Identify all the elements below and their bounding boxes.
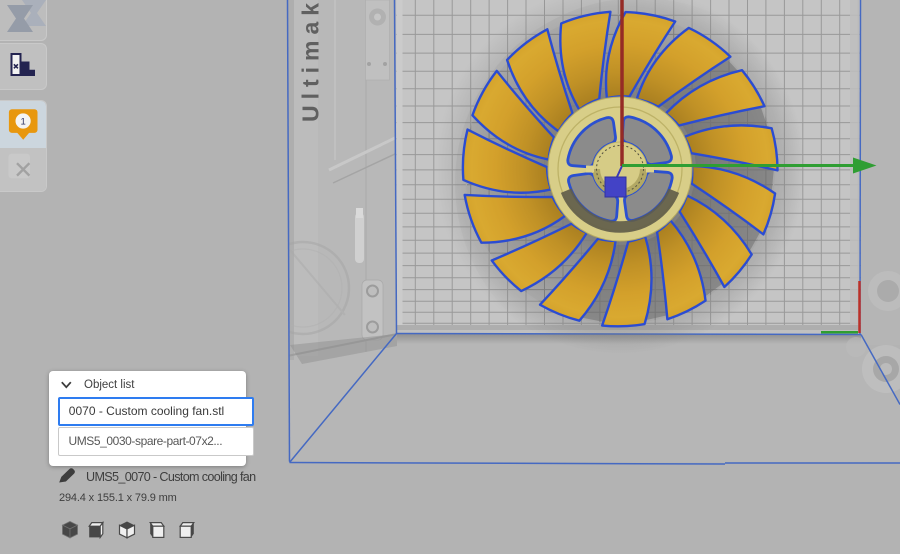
- svg-text:1: 1: [20, 116, 25, 127]
- svg-text:Ultimaker: Ultimaker: [298, 0, 324, 122]
